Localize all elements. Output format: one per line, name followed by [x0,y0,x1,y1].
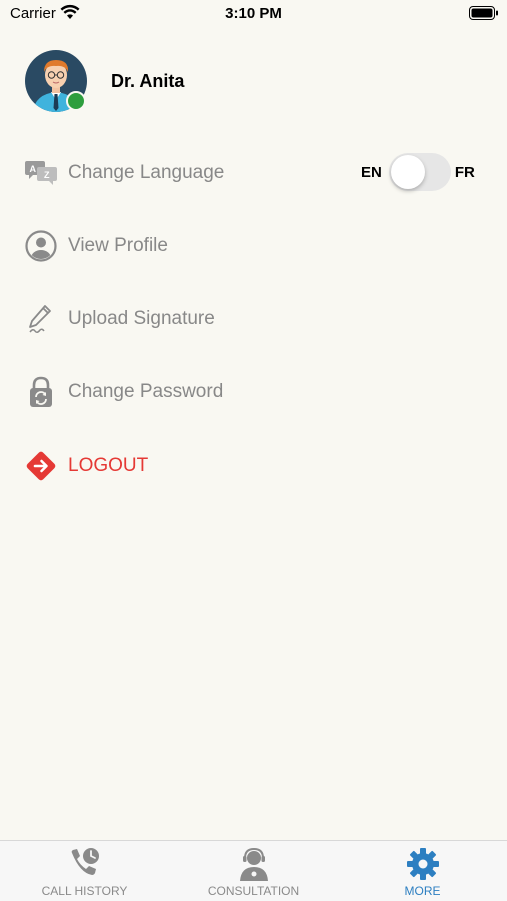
profile-name: Dr. Anita [111,70,185,91]
user-circle-icon [25,230,57,262]
tab-consultation[interactable]: CONSULTATION [169,841,338,901]
menu-item-change-password[interactable]: Change Password [25,372,223,412]
pen-signature-icon [25,303,57,335]
menu-item-view-profile[interactable]: View Profile [25,226,168,266]
tab-label: CONSULTATION [207,884,300,898]
menu-item-label: Change Language [68,162,225,183]
menu-item-label: View Profile [68,235,168,256]
translate-icon: A Z [25,157,57,189]
gear-icon [406,848,439,880]
tab-more[interactable]: MORE [338,841,507,901]
status-bar: Carrier 3:10 PM [0,0,507,28]
tab-label: MORE [404,884,441,898]
tab-bar: CALL HISTORY CONSULTATION MORE [0,840,507,901]
avatar[interactable] [25,50,87,112]
tab-call-history[interactable]: CALL HISTORY [0,841,169,901]
consultation-icon [239,847,268,881]
switch-knob [390,155,425,189]
call-history-icon [71,848,99,875]
status-time: 3:10 PM [225,5,282,22]
logout-icon [25,450,57,482]
menu-item-label: Change Password [68,381,224,402]
profile-header: Dr. Anita [25,50,184,112]
menu-item-upload-signature[interactable]: Upload Signature [25,299,215,339]
tab-label: CALL HISTORY [41,884,128,898]
logout-button[interactable]: LOGOUT [25,446,148,486]
language-code-en: EN [361,163,382,181]
logout-label: LOGOUT [68,455,149,476]
online-status-dot [66,91,86,111]
svg-text:A: A [30,164,37,174]
menu-item-change-language[interactable]: A Z Change Language [25,153,224,193]
language-toggle: EN FR [361,153,475,191]
svg-text:Z: Z [44,170,50,180]
battery-icon [469,6,499,25]
lock-refresh-icon [25,376,57,408]
language-code-fr: FR [454,163,475,181]
language-switch[interactable] [388,153,451,191]
menu-item-label: Upload Signature [68,308,215,329]
